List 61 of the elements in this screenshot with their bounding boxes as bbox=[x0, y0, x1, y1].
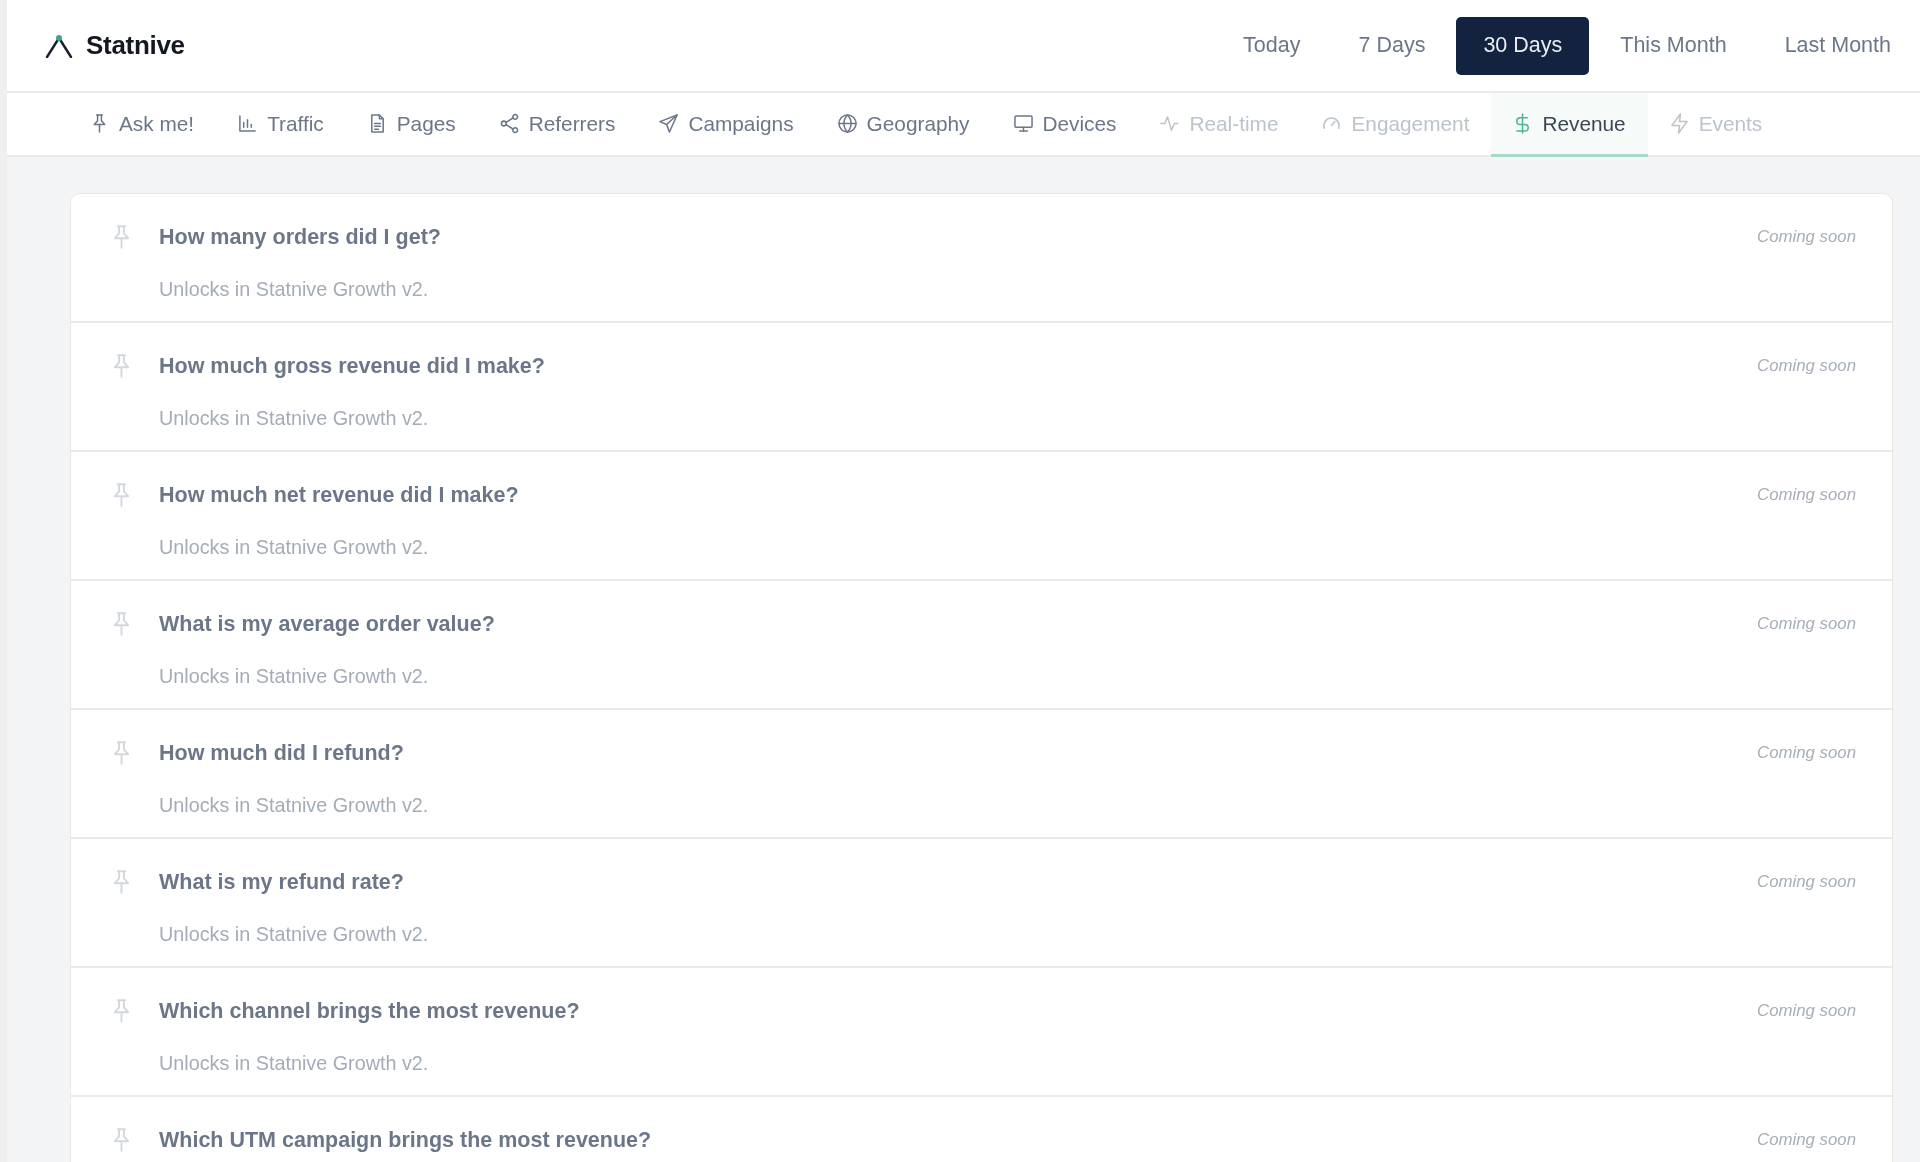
question-note: Unlocks in Statnive Growth v2. bbox=[159, 793, 430, 817]
question-row[interactable]: What is my refund rate? Unlocks in Statnive Growth v2. Coming soon bbox=[71, 839, 1892, 968]
nav-tab[interactable]: Devices bbox=[991, 93, 1139, 157]
pulse-icon bbox=[1160, 113, 1180, 134]
date-range-button[interactable]: Today bbox=[1216, 16, 1328, 75]
globe-icon bbox=[837, 113, 857, 134]
question-title: How much did I refund? bbox=[159, 740, 405, 766]
nav-tab[interactable]: Revenue bbox=[1491, 93, 1648, 157]
question-title: How many orders did I get? bbox=[159, 224, 442, 250]
question-row[interactable]: Which channel brings the most revenue? Unlocks in Statnive Growth v2. Coming soon bbox=[71, 968, 1892, 1097]
nav-tab[interactable]: Ask me! bbox=[68, 93, 217, 157]
date-range-button[interactable]: 7 Days bbox=[1331, 16, 1453, 75]
pin-icon[interactable] bbox=[114, 483, 129, 507]
question-row[interactable]: How much gross revenue did I make? Unlocks in Statnive Growth v2. Coming soon bbox=[71, 323, 1892, 452]
logo-icon bbox=[45, 33, 73, 58]
nav-tab[interactable]: Campaigns bbox=[637, 93, 816, 157]
pin-icon[interactable] bbox=[114, 1128, 129, 1152]
question-note: Unlocks in Statnive Growth v2. bbox=[159, 535, 430, 559]
bar-chart-icon bbox=[238, 113, 258, 134]
status-label: Coming soon bbox=[1757, 484, 1856, 506]
status-label: Coming soon bbox=[1757, 1000, 1856, 1022]
date-range-button[interactable]: 30 Days bbox=[1456, 16, 1590, 75]
question-note: Unlocks in Statnive Growth v2. bbox=[159, 277, 430, 301]
question-row[interactable]: How much net revenue did I make? Unlocks in Statnive Growth v2. Coming soon bbox=[71, 452, 1892, 581]
status-label: Coming soon bbox=[1757, 742, 1856, 764]
question-note: Unlocks in Statnive Growth v2. bbox=[159, 1051, 430, 1075]
pin-icon[interactable] bbox=[114, 999, 129, 1023]
paper-plane-icon bbox=[659, 113, 679, 134]
question-note: Unlocks in Statnive Growth v2. bbox=[159, 922, 430, 946]
lightning-icon bbox=[1669, 113, 1689, 134]
question-title: How much net revenue did I make? bbox=[159, 482, 520, 508]
date-range-button[interactable]: This Month bbox=[1593, 16, 1754, 75]
share-icon bbox=[499, 113, 519, 134]
question-title: Which UTM campaign brings the most revenue? bbox=[159, 1127, 653, 1153]
status-label: Coming soon bbox=[1757, 355, 1856, 377]
nav-tab[interactable]: Referrers bbox=[477, 93, 638, 157]
question-row[interactable]: How many orders did I get? Unlocks in Statnive Growth v2. Coming soon bbox=[71, 194, 1892, 323]
question-note: Unlocks in Statnive Growth v2. bbox=[159, 406, 430, 430]
question-title: What is my average order value? bbox=[159, 611, 496, 637]
nav-tab[interactable]: Geography bbox=[815, 93, 992, 157]
question-row[interactable]: Which UTM campaign brings the most revenue? Coming soon bbox=[71, 1097, 1892, 1162]
monitor-icon bbox=[1013, 113, 1033, 134]
question-title: How much gross revenue did I make? bbox=[159, 353, 546, 379]
status-label: Coming soon bbox=[1757, 613, 1856, 635]
question-title: Which channel brings the most revenue? bbox=[159, 998, 581, 1024]
nav-tab[interactable]: Pages bbox=[345, 93, 478, 157]
pin-icon[interactable] bbox=[114, 612, 129, 636]
date-range-button[interactable]: Last Month bbox=[1757, 16, 1918, 75]
question-row[interactable]: How much did I refund? Unlocks in Statnive Growth v2. Coming soon bbox=[71, 710, 1892, 839]
pin-icon[interactable] bbox=[114, 741, 129, 765]
question-title: What is my refund rate? bbox=[159, 869, 405, 895]
status-label: Coming soon bbox=[1757, 1129, 1856, 1151]
status-label: Coming soon bbox=[1757, 226, 1856, 248]
pin-icon[interactable] bbox=[114, 354, 129, 378]
nav-tab[interactable]: Traffic bbox=[216, 93, 346, 157]
question-note: Unlocks in Statnive Growth v2. bbox=[159, 664, 430, 688]
brand-name: Statnive bbox=[86, 30, 185, 61]
status-label: Coming soon bbox=[1757, 871, 1856, 893]
question-row[interactable]: What is my average order value? Unlocks in Statnive Growth v2. Coming soon bbox=[71, 581, 1892, 710]
pin-icon[interactable] bbox=[114, 870, 129, 894]
pin-icon[interactable] bbox=[114, 225, 129, 249]
